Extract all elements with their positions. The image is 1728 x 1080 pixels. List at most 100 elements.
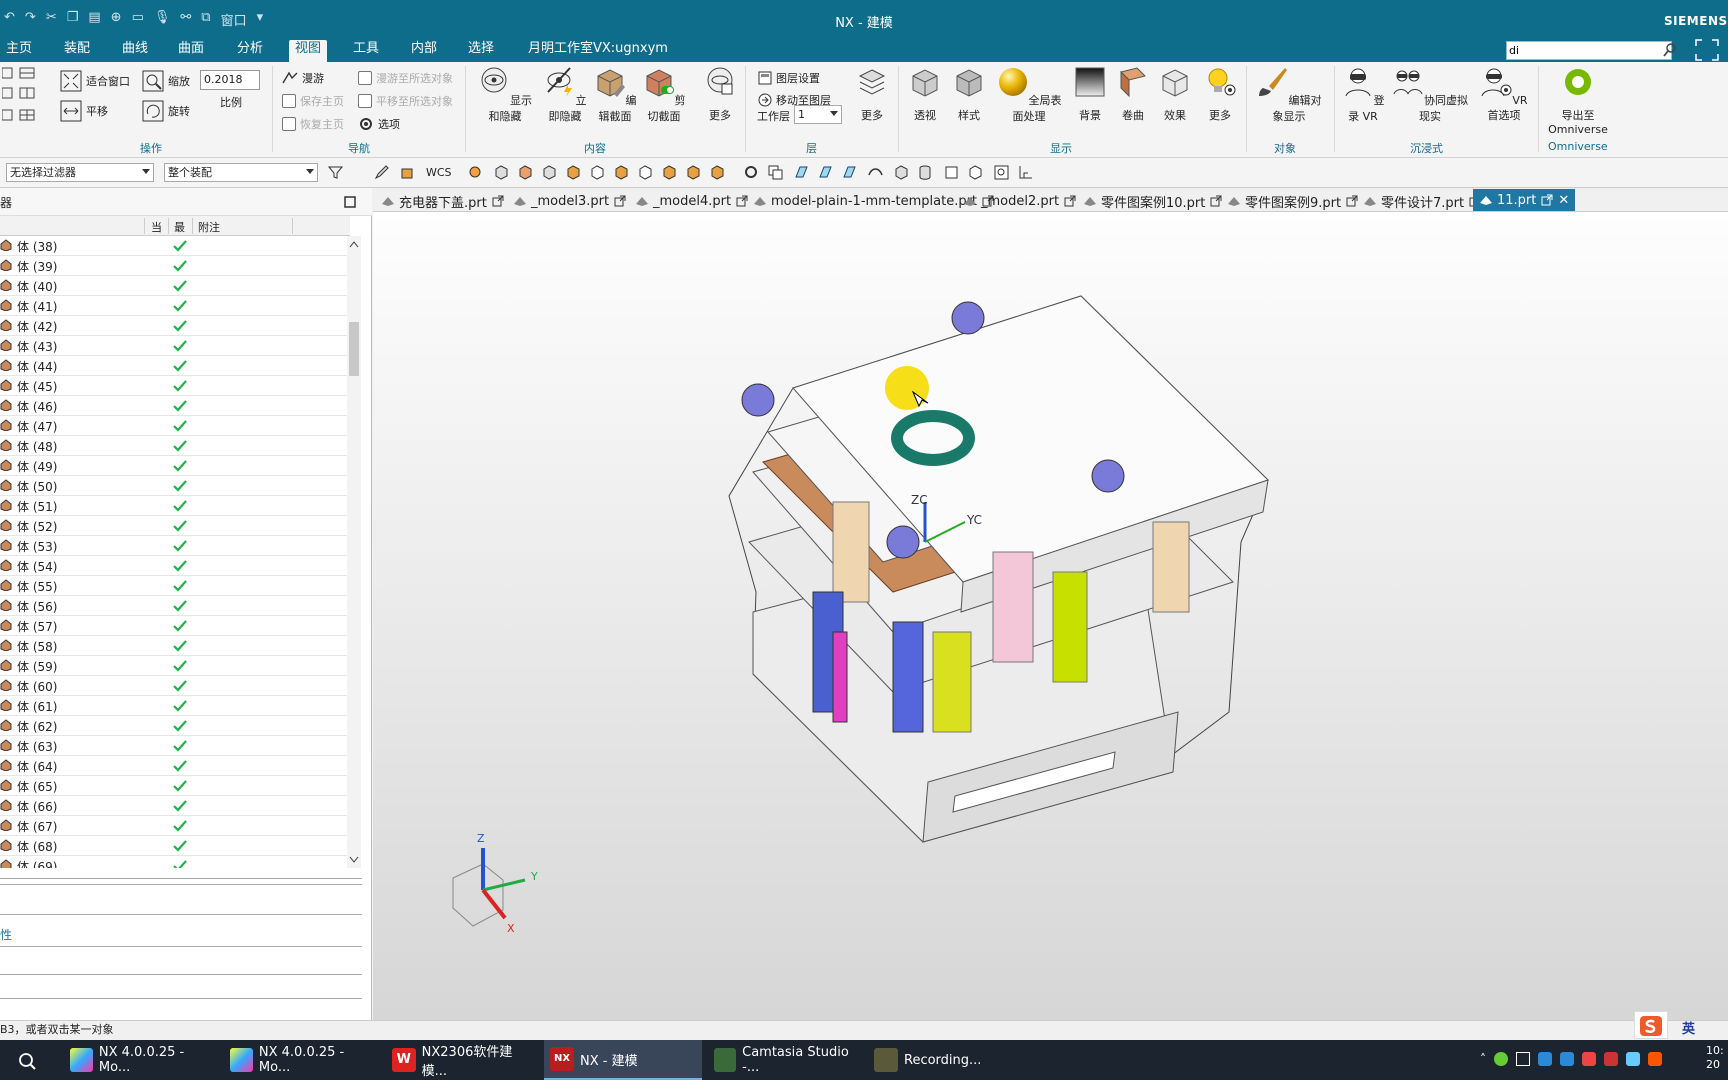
doc-tab-active[interactable]: 11.prt ✕ [1473, 189, 1576, 211]
cube-icon[interactable] [638, 165, 653, 180]
navigator-row[interactable]: 体 (45) [0, 376, 350, 396]
doc-tab[interactable]: model-plain-1-mm-template.prt [753, 191, 995, 211]
taskbar-item-active[interactable]: NX NX - 建模 [544, 1040, 702, 1080]
doc-tab[interactable]: 充电器下盖.prt [381, 191, 505, 211]
layer-more-button[interactable]: 更多 [852, 66, 892, 123]
tab-analysis[interactable]: 分析 [231, 40, 269, 62]
navigator-row[interactable]: 体 (39) [0, 256, 350, 276]
clock[interactable]: 10: 20 [1706, 1044, 1724, 1072]
fullscreen-icon[interactable] [1694, 38, 1720, 62]
cylinder-icon[interactable] [918, 165, 933, 180]
tray-app-icon[interactable] [1494, 1052, 1508, 1066]
display-more-button[interactable]: 更多 [1200, 66, 1240, 123]
navigator-row[interactable]: 体 (46) [0, 396, 350, 416]
vr-prefs-button[interactable]: VR 首选项 [1474, 66, 1534, 123]
doc-tab[interactable]: 零件设计7.prt [1363, 191, 1482, 211]
taskbar-item[interactable]: Recording... [868, 1040, 1008, 1080]
doc-tab[interactable]: 零件图案例10.prt [1083, 191, 1223, 211]
search-input[interactable]: di [1506, 41, 1672, 60]
sogou-tray-icon[interactable] [1648, 1052, 1662, 1066]
curve-icon[interactable] [868, 165, 883, 180]
cube-icon[interactable] [566, 165, 581, 180]
view-layout-icon[interactable] [2, 66, 38, 126]
collab-vr-button[interactable]: 协同虚拟现实 [1392, 66, 1468, 124]
navigator-row[interactable]: 体 (62) [0, 716, 350, 736]
snap-icon[interactable] [994, 165, 1009, 180]
selection-scope-select[interactable]: 整个装配 [164, 163, 318, 182]
popout-icon[interactable] [1063, 195, 1077, 207]
cube-icon[interactable] [590, 165, 605, 180]
column-notes[interactable]: 附注 [198, 219, 220, 235]
navigator-row[interactable]: 体 (63) [0, 736, 350, 756]
snap-icon[interactable] [400, 165, 415, 180]
navigator-row[interactable]: 体 (61) [0, 696, 350, 716]
cube-icon[interactable] [614, 165, 629, 180]
tab-view[interactable]: 视图 [289, 40, 328, 62]
face-icon[interactable] [818, 165, 833, 180]
style-button[interactable]: 样式 [950, 66, 988, 123]
navigator-row[interactable]: 体 (41) [0, 296, 350, 316]
scroll-thumb[interactable] [349, 322, 359, 376]
navigator-row[interactable]: 体 (38) [0, 236, 350, 256]
cube-icon[interactable] [662, 165, 677, 180]
graphics-viewport[interactable]: ZC YC Z Y X [373, 188, 1728, 1020]
face-icon[interactable] [794, 165, 809, 180]
taskbar-item[interactable]: NX 4.0.0.25 - Mo... [64, 1040, 214, 1080]
rotate-button[interactable]: 旋转 [142, 100, 190, 122]
edit-section-button[interactable]: 编辑截面 [592, 66, 638, 124]
tray-app-icon[interactable] [1560, 1052, 1574, 1066]
column-latest[interactable]: 最 [174, 219, 185, 235]
navigator-row[interactable]: 体 (55) [0, 576, 350, 596]
edit-object-display-button[interactable]: 编辑对象显示 [1254, 66, 1324, 124]
taskbar-item[interactable]: NX 4.0.0.25 - Mo... [224, 1040, 374, 1080]
scroll-down-icon[interactable] [349, 856, 359, 864]
navigator-row[interactable]: 体 (56) [0, 596, 350, 616]
search-icon[interactable] [1662, 42, 1678, 58]
fit-window-button[interactable]: 适合窗口 [60, 70, 130, 92]
navigator-scrollbar[interactable] [347, 236, 361, 868]
pan-button[interactable]: 平移 [60, 100, 108, 122]
taskbar-item[interactable]: Camtasia Studio -... [708, 1040, 860, 1080]
popout-icon[interactable] [1345, 195, 1359, 207]
selection-filter-select[interactable]: 无选择过滤器 [6, 163, 154, 182]
cube-icon[interactable] [894, 165, 909, 180]
navigator-row[interactable]: 体 (40) [0, 276, 350, 296]
layer-settings-button[interactable]: 图层设置 [758, 70, 820, 86]
navigator-row[interactable]: 体 (43) [0, 336, 350, 356]
nav-options-button[interactable]: 选项 [358, 116, 400, 132]
navigator-row[interactable]: 体 (48) [0, 436, 350, 456]
chevron-up-icon[interactable]: ˄ [1480, 1052, 1486, 1070]
pencil-icon[interactable] [374, 165, 389, 180]
hide-now-button[interactable]: 立即隐藏 [540, 66, 590, 124]
navigator-row[interactable]: 体 (50) [0, 476, 350, 496]
tray-app-icon[interactable] [1538, 1052, 1552, 1066]
column-current[interactable]: 当 [151, 219, 162, 235]
mold-assembly-model[interactable]: ZC YC [373, 212, 1728, 1020]
tray-app-icon[interactable] [1626, 1052, 1640, 1066]
network-icon[interactable] [1516, 1052, 1530, 1066]
copy-icon[interactable] [768, 165, 783, 180]
navigator-row[interactable]: 体 (67) [0, 816, 350, 836]
filter-funnel-icon[interactable] [328, 165, 343, 180]
zoom-button[interactable]: 缩放 [142, 70, 190, 92]
navigator-row[interactable]: 体 (54) [0, 556, 350, 576]
navigator-row[interactable]: 体 (65) [0, 776, 350, 796]
taskbar-item[interactable]: W NX2306软件建模... [386, 1040, 536, 1080]
work-layer-select[interactable]: 1 [794, 105, 842, 124]
angle-icon[interactable] [1018, 165, 1033, 180]
scroll-up-icon[interactable] [349, 240, 359, 248]
tab-assembly[interactable]: 装配 [58, 40, 96, 62]
tab-studio[interactable]: 月明工作室VX:ugnxym [522, 40, 674, 62]
effect-button[interactable]: 效果 [1156, 66, 1194, 123]
cube-icon[interactable] [494, 165, 509, 180]
navigator-row[interactable]: 体 (49) [0, 456, 350, 476]
tab-select[interactable]: 选择 [462, 40, 500, 62]
navigator-row[interactable]: 体 (52) [0, 516, 350, 536]
navigator-row[interactable]: 体 (59) [0, 656, 350, 676]
cube-icon[interactable] [968, 165, 983, 180]
tab-tools[interactable]: 工具 [347, 40, 385, 62]
tab-home[interactable]: 主页 [0, 40, 38, 62]
roam-selected-button[interactable]: 漫游至所选对象 [358, 70, 453, 86]
content-more-button[interactable]: 更多 [700, 66, 740, 123]
doc-tab[interactable]: _model4.prt [635, 191, 749, 211]
